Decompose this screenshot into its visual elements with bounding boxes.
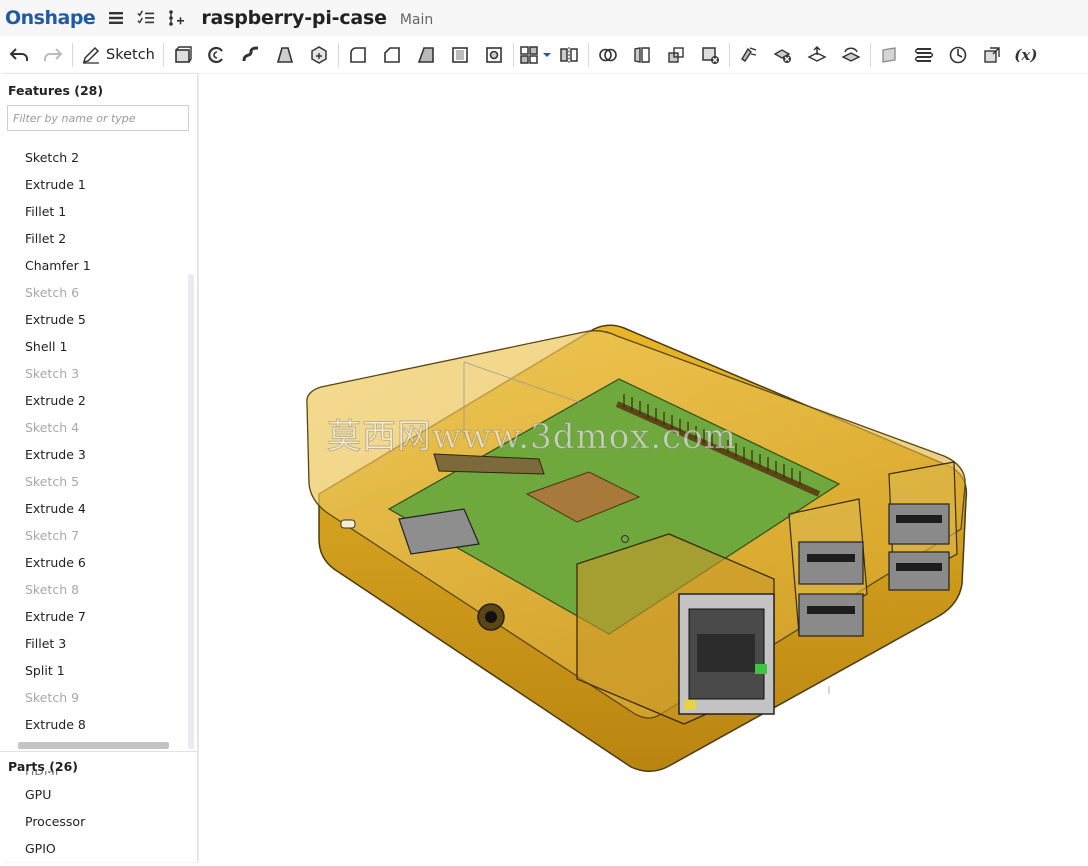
sketch-label: Sketch <box>106 46 155 63</box>
undo-icon[interactable] <box>2 40 36 70</box>
branch-name[interactable]: Main <box>400 12 433 28</box>
filter-box <box>7 105 189 131</box>
feature-item[interactable]: Shell 1 <box>0 333 186 360</box>
feature-filter-input[interactable] <box>8 106 188 130</box>
feature-item[interactable]: Split 1 <box>0 657 186 684</box>
toolbar-divider <box>728 42 730 67</box>
feature-item[interactable]: Fillet 3 <box>0 630 186 657</box>
feature-item[interactable]: Extrude 7 <box>0 603 186 630</box>
feature-item-suppressed[interactable]: Sketch 6 <box>0 279 186 306</box>
fillet-icon[interactable] <box>341 40 375 70</box>
raspberry-pi-case-model[interactable] <box>199 74 1088 862</box>
part-item[interactable]: Processor <box>0 808 186 835</box>
draft-icon[interactable] <box>409 40 443 70</box>
feature-item-suppressed[interactable]: Sketch 9 <box>0 684 186 711</box>
toolbar-divider <box>162 42 164 67</box>
boolean-icon[interactable] <box>591 40 625 70</box>
derived-icon[interactable] <box>975 40 1009 70</box>
sketch-button[interactable]: Sketch <box>75 40 161 70</box>
toolbar-divider <box>587 42 589 67</box>
feature-list: Sketch 2 Extrude 1 Fillet 1 Fillet 2 Cha… <box>0 144 186 738</box>
toolbar-divider <box>512 42 514 67</box>
feature-item[interactable]: Extrude 2 <box>0 387 186 414</box>
feature-item[interactable]: Fillet 1 <box>0 198 186 225</box>
loft-icon[interactable] <box>268 40 302 70</box>
feature-item-suppressed[interactable]: Sketch 8 <box>0 576 186 603</box>
horizontal-scrollbar[interactable] <box>18 742 169 749</box>
usb-power-slot <box>340 519 356 529</box>
parts-list: HDMI GPU Processor GPIO <box>0 771 186 862</box>
pencil-icon <box>82 46 100 64</box>
feature-item-suppressed[interactable]: Sketch 7 <box>0 522 186 549</box>
feature-list-icon[interactable] <box>137 9 155 27</box>
mirror-icon[interactable] <box>552 40 586 70</box>
replace-face-icon[interactable] <box>834 40 868 70</box>
feature-toolbar: Sketch (x) <box>0 36 1088 74</box>
redo-icon[interactable] <box>36 40 70 70</box>
feature-item[interactable]: Extrude 4 <box>0 495 186 522</box>
thicken-icon[interactable] <box>302 40 336 70</box>
graphics-viewport[interactable]: 莫西网www.3dmox.com <box>199 74 1088 862</box>
insert-tree-icon[interactable] <box>167 9 185 27</box>
delete-part-icon[interactable] <box>693 40 727 70</box>
usb-port-stack-1 <box>788 498 868 637</box>
feature-item-suppressed[interactable]: Sketch 3 <box>0 360 186 387</box>
helix-icon[interactable] <box>907 40 941 70</box>
delete-face-icon[interactable] <box>766 40 800 70</box>
title-bar: Onshape raspberry-pi-case Main <box>0 0 1088 36</box>
features-header: Features (28) <box>8 83 104 98</box>
feature-item[interactable]: Extrude 1 <box>0 171 186 198</box>
feature-panel: Features (28) Sketch 2 Extrude 1 Fillet … <box>0 74 198 862</box>
plane-icon[interactable] <box>873 40 907 70</box>
rib-icon[interactable] <box>443 40 477 70</box>
revolve-icon[interactable] <box>200 40 234 70</box>
part-item[interactable]: GPU <box>0 781 186 808</box>
feature-item[interactable]: Sketch 2 <box>0 144 186 171</box>
modify-fillet-icon[interactable] <box>732 40 766 70</box>
split-icon[interactable] <box>625 40 659 70</box>
feature-list-scrollbar[interactable] <box>188 274 194 749</box>
panel-divider[interactable] <box>0 751 198 752</box>
part-item[interactable]: GPIO <box>0 835 186 862</box>
toolbar-divider <box>869 42 871 67</box>
usb-port-stack-2 <box>888 461 958 591</box>
mate-connector-icon[interactable] <box>941 40 975 70</box>
feature-item[interactable]: Extrude 8 <box>0 711 186 738</box>
sweep-icon[interactable] <box>234 40 268 70</box>
chamfer-icon[interactable] <box>375 40 409 70</box>
extrude-icon[interactable] <box>166 40 200 70</box>
document-title[interactable]: raspberry-pi-case <box>201 7 387 29</box>
feature-item[interactable]: Extrude 3 <box>0 441 186 468</box>
feature-item[interactable]: Chamfer 1 <box>0 252 186 279</box>
feature-item[interactable]: Extrude 6 <box>0 549 186 576</box>
feature-item-suppressed[interactable]: Sketch 4 <box>0 414 186 441</box>
part-item[interactable]: HDMI <box>0 771 186 781</box>
toolbar-divider <box>337 42 339 67</box>
move-face-icon[interactable] <box>800 40 834 70</box>
hamburger-menu-icon[interactable] <box>107 9 125 27</box>
feature-item-suppressed[interactable]: Sketch 5 <box>0 468 186 495</box>
hole-icon[interactable] <box>477 40 511 70</box>
toolbar-divider <box>72 42 73 67</box>
feature-item[interactable]: Extrude 5 <box>0 306 186 333</box>
feature-item[interactable]: Fillet 2 <box>0 225 186 252</box>
pattern-dropdown-icon[interactable] <box>542 50 552 60</box>
variable-button[interactable]: (x) <box>1009 46 1043 64</box>
onshape-logo[interactable]: Onshape <box>5 7 96 29</box>
linear-pattern-icon[interactable] <box>516 40 542 70</box>
transform-icon[interactable] <box>659 40 693 70</box>
watermark: 莫西网www.3dmox.com <box>327 417 737 458</box>
